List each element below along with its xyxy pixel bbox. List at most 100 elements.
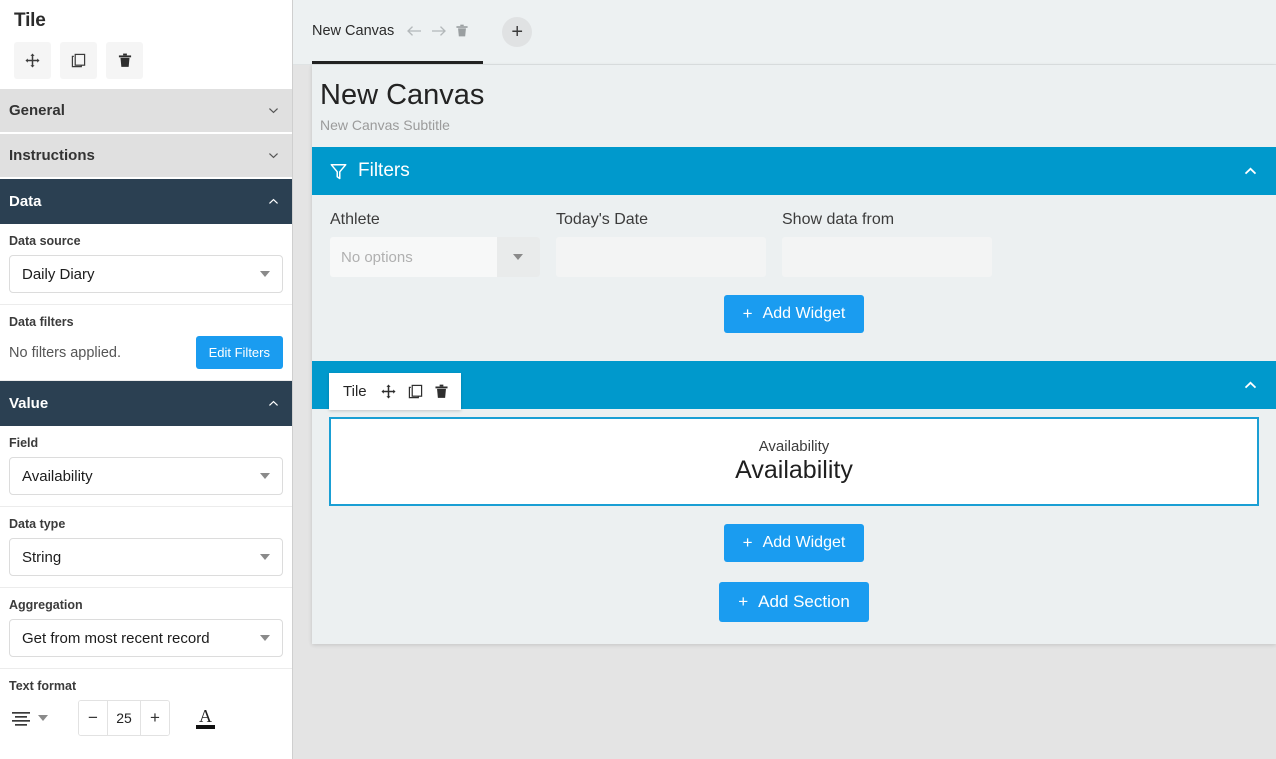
text-color-button[interactable]: A xyxy=(196,707,215,729)
chevron-down-icon xyxy=(260,554,270,560)
todays-date-input[interactable] xyxy=(556,237,766,277)
forward-arrow-icon-button[interactable] xyxy=(431,24,447,38)
data-section-body: Data source Daily Diary Data filters No … xyxy=(0,224,292,381)
field-value: Availability xyxy=(22,467,93,485)
tile-value: Availability xyxy=(735,456,853,484)
font-size-stepper: − 25 + xyxy=(78,700,170,736)
sidebar-section-general[interactable]: General xyxy=(0,89,292,134)
trash-icon xyxy=(456,24,468,36)
add-widget-button-filters[interactable]: + Add Widget xyxy=(723,295,865,333)
field-select[interactable]: Availability xyxy=(9,457,283,495)
filter-label: Today's Date xyxy=(556,211,648,228)
tile-move-icon-button[interactable] xyxy=(381,384,396,399)
duplicate-icon xyxy=(408,384,422,399)
chevron-down-icon xyxy=(260,635,270,641)
text-format-label: Text format xyxy=(9,679,77,693)
delete-tab-icon-button[interactable] xyxy=(456,24,468,38)
sidebar-section-data-label: Data xyxy=(9,193,42,210)
filters-add-widget-row: + Add Widget xyxy=(330,277,1258,347)
back-arrow-icon-button[interactable] xyxy=(406,24,422,38)
add-section-label: Add Section xyxy=(758,592,850,611)
tile-toolbar-label: Tile xyxy=(343,383,367,400)
chevron-up-icon[interactable] xyxy=(1242,164,1259,178)
tab-new-canvas[interactable]: New Canvas xyxy=(312,0,484,64)
data-source-block: Data source Daily Diary xyxy=(0,224,292,305)
app-root: Tile General Instructions Data Data sour… xyxy=(0,0,1276,759)
data-source-select[interactable]: Daily Diary xyxy=(9,255,283,293)
tile-duplicate-icon-button[interactable] xyxy=(408,384,423,399)
tile-delete-icon-button[interactable] xyxy=(435,384,448,399)
chevron-down-icon xyxy=(260,271,270,277)
add-section-button[interactable]: + Add Section xyxy=(719,582,869,622)
text-format-controls: − 25 + A xyxy=(9,700,283,736)
data-filters-block: Data filters No filters applied. Edit Fi… xyxy=(0,305,292,381)
aggregation-value: Get from most recent record xyxy=(22,629,210,647)
sidebar-header: Tile xyxy=(0,0,292,89)
text-align-button[interactable] xyxy=(9,706,56,730)
tab-label: New Canvas xyxy=(312,22,395,39)
aggregation-label: Aggregation xyxy=(9,598,83,612)
aggregation-select[interactable]: Get from most recent record xyxy=(9,619,283,657)
canvas-card: New Canvas New Canvas Subtitle Filters A… xyxy=(312,65,1276,644)
add-widget-label: Add Widget xyxy=(762,534,846,551)
filters-section-header[interactable]: Filters xyxy=(312,147,1276,195)
caret-shape xyxy=(512,254,523,260)
sidebar-section-instructions-label: Instructions xyxy=(9,147,95,164)
move-icon xyxy=(381,384,396,399)
duplicate-icon xyxy=(71,53,86,68)
filter-icon xyxy=(330,163,347,179)
add-widget-button-section[interactable]: + Add Widget xyxy=(723,524,865,562)
sidebar-section-value-label: Value xyxy=(9,395,49,412)
data-type-label: Data type xyxy=(9,517,66,531)
font-size-value[interactable]: 25 xyxy=(107,701,141,735)
chevron-down-icon xyxy=(269,108,278,114)
value-section-body: Field Availability Data type String Aggr… xyxy=(0,426,292,747)
font-size-decrease-button[interactable]: − xyxy=(79,701,107,735)
filter-label: Athlete xyxy=(330,211,380,228)
tile-wrap: Availability Availability xyxy=(312,409,1276,506)
widget-add-widget-row: + Add Widget xyxy=(312,506,1276,576)
arrow-right-icon xyxy=(432,25,447,36)
filter-fields: Athlete No options Today's Date Show dat… xyxy=(330,211,1258,277)
chevron-up-icon[interactable] xyxy=(1242,378,1259,392)
move-icon xyxy=(25,53,40,68)
filters-section-title: Filters xyxy=(330,160,410,182)
filters-title-label: Filters xyxy=(358,160,410,181)
arrow-left-icon xyxy=(407,25,422,36)
widget-section-header[interactable]: Tile xyxy=(312,361,1276,410)
filter-field-show-data-from: Show data from xyxy=(782,211,992,277)
canvas-tabbar: New Canvas + xyxy=(293,0,1276,65)
trash-icon xyxy=(118,53,131,67)
filter-field-todays-date: Today's Date xyxy=(556,211,766,277)
duplicate-icon-button[interactable] xyxy=(60,42,97,79)
sidebar-section-data[interactable]: Data xyxy=(0,179,292,224)
font-size-increase-button[interactable]: + xyxy=(141,701,169,735)
filters-section-body: Athlete No options Today's Date Show dat… xyxy=(312,195,1276,347)
sidebar-section-instructions[interactable]: Instructions xyxy=(0,134,292,179)
tile-widget[interactable]: Availability Availability xyxy=(329,417,1259,506)
add-tab-button[interactable]: + xyxy=(502,17,533,47)
data-source-label: Data source xyxy=(9,234,81,248)
data-filters-status: No filters applied. xyxy=(9,344,122,361)
tile-tool-buttons xyxy=(14,42,278,79)
chevron-down-icon xyxy=(269,153,278,159)
add-widget-label: Add Widget xyxy=(762,305,846,322)
athlete-select[interactable]: No options xyxy=(330,237,540,277)
delete-icon-button[interactable] xyxy=(106,42,143,79)
filter-label: Show data from xyxy=(782,211,895,228)
widget-section: Tile Availability Availability + Add Wid… xyxy=(312,361,1276,576)
chevron-down-icon xyxy=(497,237,540,277)
data-source-value: Daily Diary xyxy=(22,265,95,283)
chevron-up-icon xyxy=(269,400,278,406)
field-label: Field xyxy=(9,436,39,450)
athlete-select-value: No options xyxy=(341,248,413,266)
move-icon-button[interactable] xyxy=(14,42,51,79)
edit-filters-button[interactable]: Edit Filters xyxy=(195,336,283,369)
data-type-select[interactable]: String xyxy=(9,538,283,576)
show-data-from-input[interactable] xyxy=(782,237,992,277)
field-block: Field Availability xyxy=(0,426,292,507)
filter-field-athlete: Athlete No options xyxy=(330,211,540,277)
data-filters-row: No filters applied. Edit Filters xyxy=(9,336,283,369)
sidebar-section-value[interactable]: Value xyxy=(0,381,292,426)
add-section-row: + Add Section xyxy=(312,576,1276,630)
